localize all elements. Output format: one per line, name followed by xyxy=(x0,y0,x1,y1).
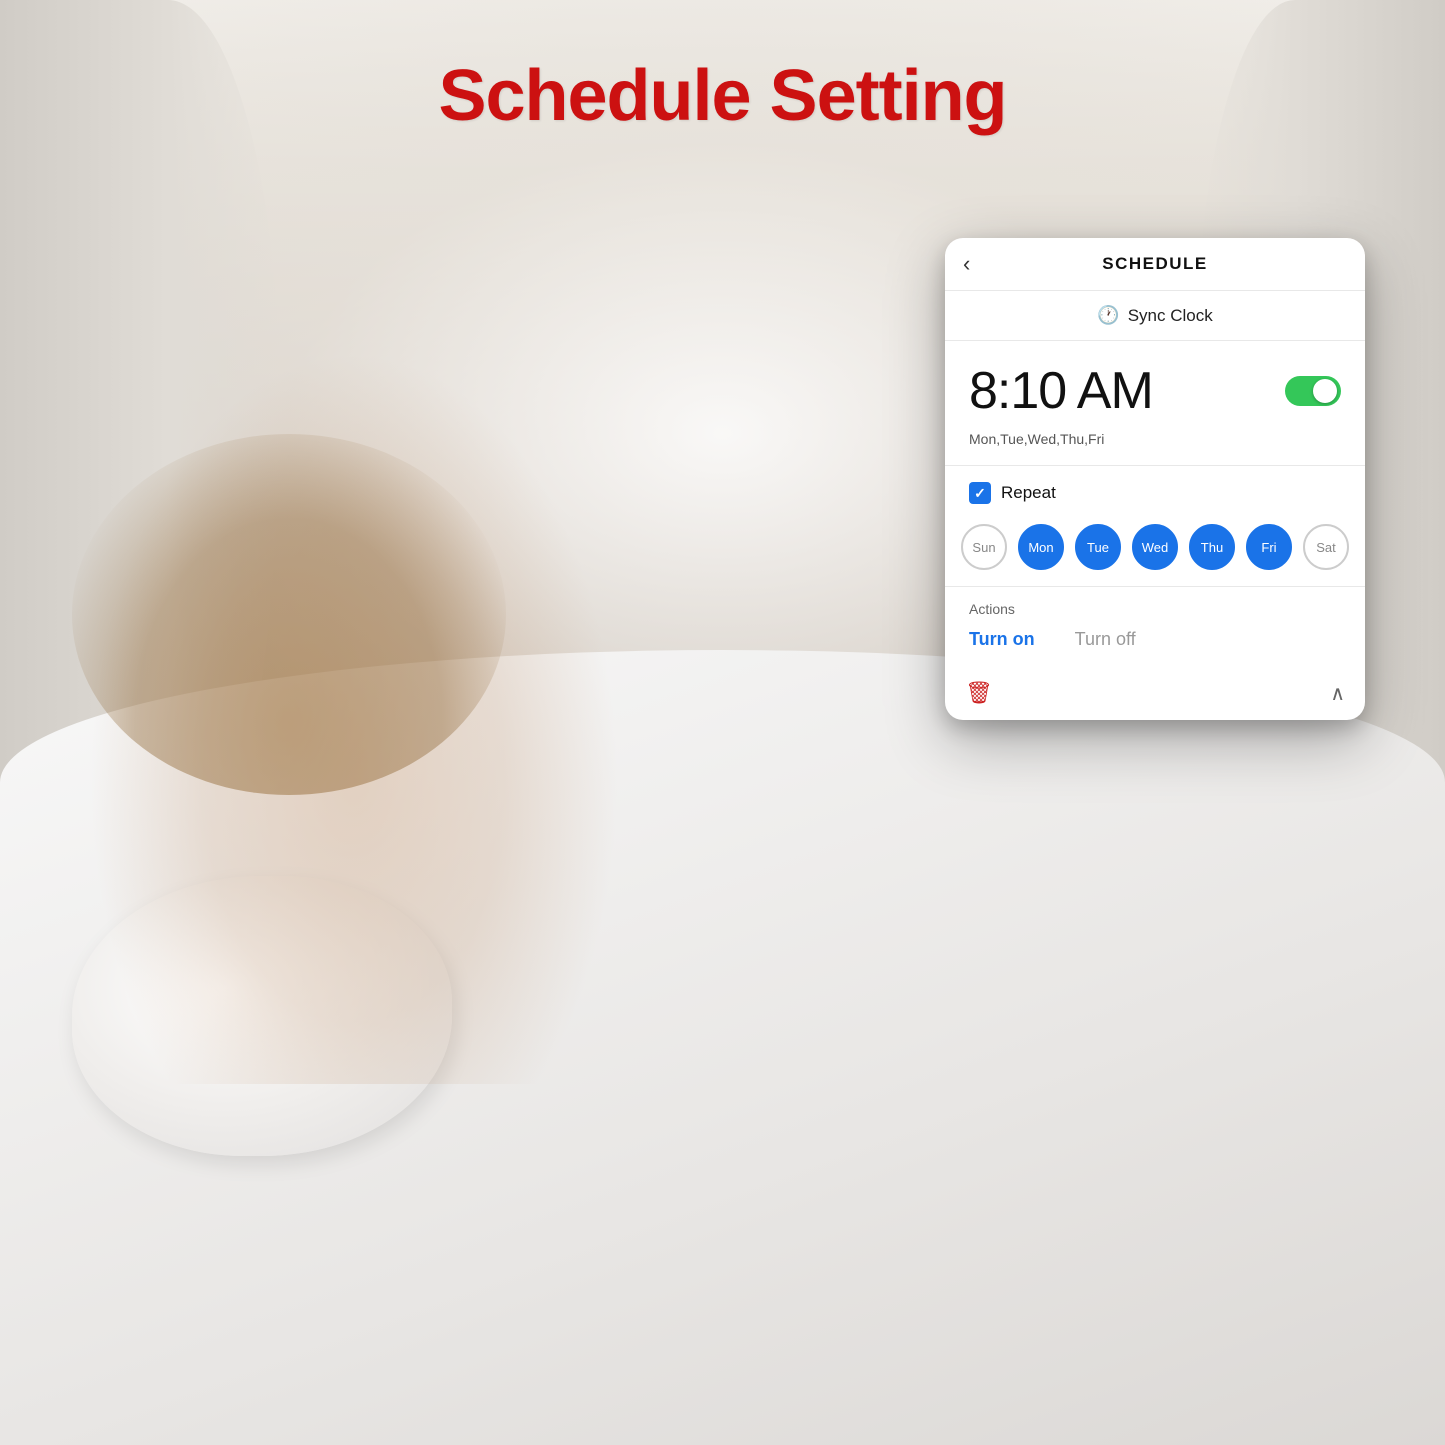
day-tue[interactable]: Tue xyxy=(1075,524,1121,570)
hair-area xyxy=(72,434,506,795)
day-thu[interactable]: Thu xyxy=(1189,524,1235,570)
day-wed[interactable]: Wed xyxy=(1132,524,1178,570)
check-mark: ✓ xyxy=(974,485,986,502)
chevron-up-icon[interactable]: ∧ xyxy=(1330,681,1345,706)
actions-row: Turn on Turn off xyxy=(969,625,1341,654)
app-header: ‹ SCHEDULE xyxy=(945,238,1365,291)
header-title: SCHEDULE xyxy=(1102,254,1208,274)
sync-clock-label: Sync Clock xyxy=(1128,306,1213,326)
turn-off-button[interactable]: Turn off xyxy=(1075,629,1136,650)
repeat-section: ✓ Repeat xyxy=(945,466,1365,514)
day-fri[interactable]: Fri xyxy=(1246,524,1292,570)
clock-icon: 🕐 xyxy=(1097,305,1119,326)
repeat-checkbox[interactable]: ✓ xyxy=(969,482,991,504)
power-toggle[interactable] xyxy=(1285,376,1341,406)
background xyxy=(0,0,1445,1445)
day-mon[interactable]: Mon xyxy=(1018,524,1064,570)
repeat-label: Repeat xyxy=(1001,483,1056,503)
page-title: Schedule Setting xyxy=(438,55,1006,137)
time-section: 8:10 AM xyxy=(945,341,1365,431)
app-card: ‹ SCHEDULE 🕐 Sync Clock 8:10 AM Mon,Tue,… xyxy=(945,238,1365,720)
day-sat[interactable]: Sat xyxy=(1303,524,1349,570)
days-subtitle: Mon,Tue,Wed,Thu,Fri xyxy=(945,431,1365,465)
bottom-bar: 🗑 ∧ xyxy=(945,666,1365,720)
days-row: Sun Mon Tue Wed Thu Fri Sat xyxy=(945,514,1365,586)
sync-clock-row[interactable]: 🕐 Sync Clock xyxy=(945,291,1365,341)
turn-on-button[interactable]: Turn on xyxy=(969,629,1035,650)
day-sun[interactable]: Sun xyxy=(961,524,1007,570)
actions-label: Actions xyxy=(969,601,1341,617)
delete-button[interactable]: 🗑 xyxy=(965,680,993,706)
time-display[interactable]: 8:10 AM xyxy=(969,361,1153,421)
toggle-knob xyxy=(1313,379,1337,403)
back-button[interactable]: ‹ xyxy=(963,251,970,277)
actions-section: Actions Turn on Turn off xyxy=(945,587,1365,662)
